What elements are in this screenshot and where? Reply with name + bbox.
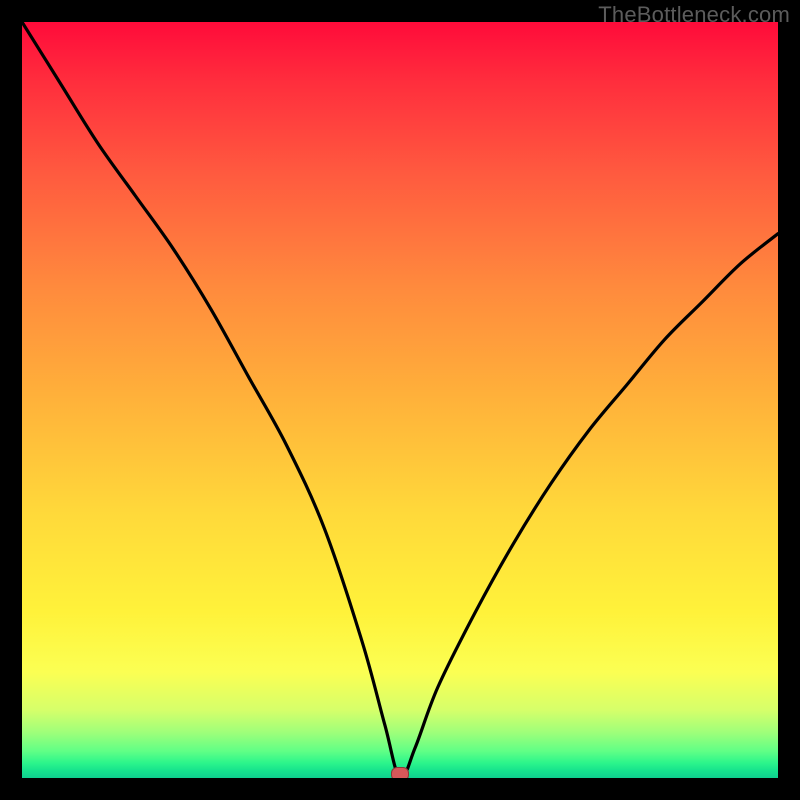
curve-path (22, 22, 778, 778)
optimal-point-marker (391, 767, 409, 778)
bottleneck-curve (22, 22, 778, 778)
chart-frame: TheBottleneck.com (0, 0, 800, 800)
plot-area (22, 22, 778, 778)
watermark-text: TheBottleneck.com (598, 2, 790, 28)
